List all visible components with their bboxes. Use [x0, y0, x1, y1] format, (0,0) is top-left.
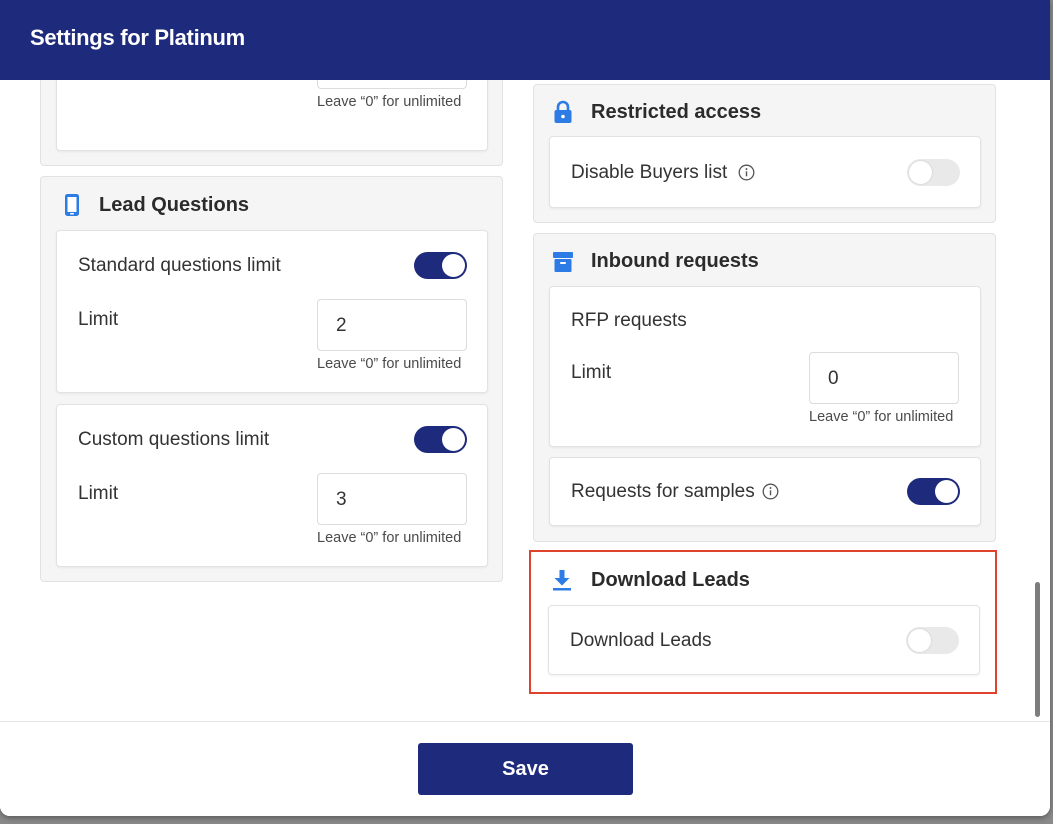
- modal-title: Settings for Platinum: [30, 25, 245, 50]
- toggle-knob: [442, 428, 465, 451]
- section-title-inbound-requests: Inbound requests: [591, 250, 759, 272]
- section-limits-top: 0 Leave “0” for unlimited: [40, 80, 503, 166]
- scrollbar-thumb[interactable]: [1035, 582, 1040, 717]
- section-title-download-leads: Download Leads: [591, 569, 750, 591]
- toggle-knob: [935, 480, 958, 503]
- toggle-knob: [908, 629, 931, 652]
- custom-questions-card: Custom questions limit Limit 3 Leave “0”…: [56, 404, 488, 567]
- section-title-restricted-access: Restricted access: [591, 101, 762, 123]
- custom-questions-label: Custom questions limit: [78, 429, 270, 450]
- disable-buyers-card: Disable Buyers list: [549, 136, 981, 208]
- info-icon[interactable]: [762, 483, 779, 500]
- modal-footer: Save: [0, 721, 1050, 816]
- standard-limit-label: Limit: [78, 309, 119, 330]
- rfp-limit-label: Limit: [571, 362, 612, 383]
- limit-card-top: 0 Leave “0” for unlimited: [56, 80, 488, 151]
- disable-buyers-toggle[interactable]: [907, 159, 960, 186]
- section-title-lead-questions: Lead Questions: [99, 194, 250, 216]
- rfp-limit-input[interactable]: 0: [809, 352, 959, 404]
- custom-limit-label: Limit: [78, 483, 119, 504]
- samples-requests-card: Requests for samples: [549, 457, 981, 526]
- save-button[interactable]: Save: [418, 743, 633, 795]
- download-leads-toggle[interactable]: [906, 627, 959, 654]
- standard-questions-card: Standard questions limit Limit 2 Leave “…: [56, 230, 488, 393]
- settings-modal: Settings for Platinum 0 Leave “0” for un…: [0, 0, 1050, 816]
- section-lead-questions: Lead Questions Standard questions limit …: [40, 176, 503, 582]
- archive-box-icon: [553, 252, 573, 272]
- section-inbound-requests: Inbound requests RFP requests Limit 0 Le…: [533, 233, 996, 542]
- lock-icon: [554, 100, 572, 123]
- modal-header: Settings for Platinum: [0, 0, 1050, 80]
- custom-questions-toggle[interactable]: [414, 426, 467, 453]
- custom-limit-input[interactable]: 3: [317, 473, 467, 525]
- samples-requests-label: Requests for samples: [571, 481, 755, 502]
- standard-questions-label: Standard questions limit: [78, 255, 281, 276]
- section-restricted-access: Restricted access Disable Buyers list: [533, 84, 996, 223]
- section-download-leads: Download Leads Download Leads: [533, 552, 996, 690]
- download-icon: [553, 570, 571, 591]
- custom-limit-hint: Leave “0” for unlimited: [317, 530, 462, 546]
- settings-scroll-area[interactable]: 0 Leave “0” for unlimited Lead Questions…: [0, 80, 1050, 721]
- toggle-knob: [442, 254, 465, 277]
- limit-input-top[interactable]: 0: [317, 80, 467, 89]
- standard-limit-input[interactable]: 2: [317, 299, 467, 351]
- mobile-phone-icon: [65, 194, 79, 216]
- rfp-requests-card: RFP requests Limit 0 Leave “0” for unlim…: [549, 286, 981, 447]
- standard-questions-toggle[interactable]: [414, 252, 467, 279]
- samples-requests-toggle[interactable]: [907, 478, 960, 505]
- standard-limit-hint: Leave “0” for unlimited: [317, 356, 462, 372]
- toggle-knob: [909, 161, 932, 184]
- rfp-requests-label: RFP requests: [571, 310, 687, 331]
- download-leads-card: Download Leads: [548, 605, 980, 675]
- info-icon[interactable]: [738, 164, 755, 181]
- rfp-limit-hint: Leave “0” for unlimited: [809, 409, 954, 425]
- limit-hint-top: Leave “0” for unlimited: [317, 94, 462, 110]
- disable-buyers-label: Disable Buyers list: [571, 162, 728, 183]
- download-leads-label: Download Leads: [570, 630, 712, 651]
